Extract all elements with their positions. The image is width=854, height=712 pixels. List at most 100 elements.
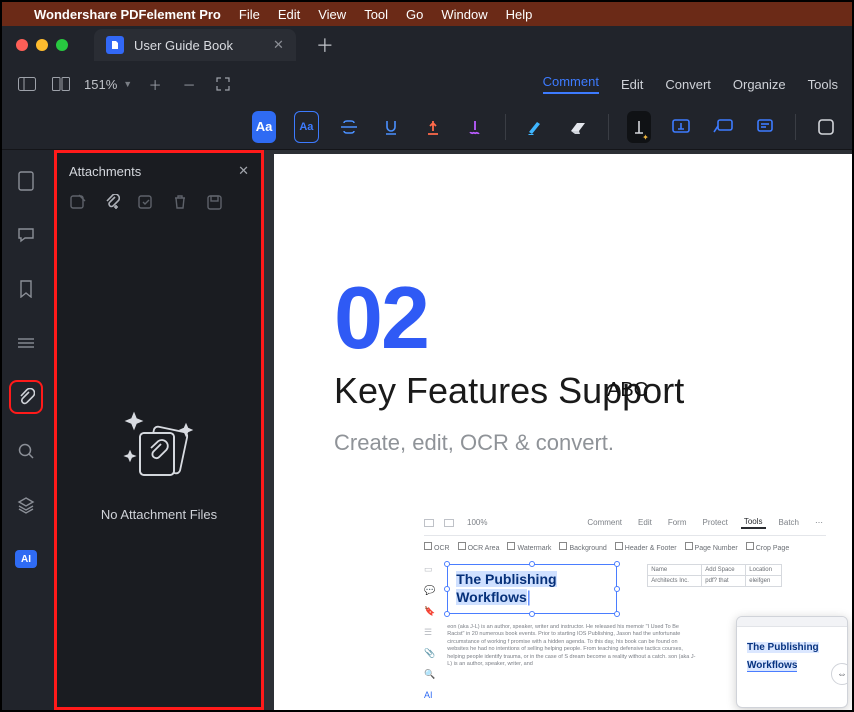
attachments-panel: Attachments ✕ bbox=[54, 150, 264, 710]
emb-tab: Comment bbox=[584, 517, 625, 528]
floating-preview-window: The Publishing Workflows ⇔ bbox=[736, 616, 848, 708]
expand-knob-icon[interactable]: ⇔ bbox=[831, 663, 848, 685]
pdf-page: 02 ABC Key Features Support Create, edit… bbox=[274, 154, 852, 710]
app-window: User Guide Book ✕ ＋ 151% ▼ ＋ － Comment bbox=[2, 26, 852, 710]
top-toolbar: 151% ▼ ＋ － Comment Edit Convert Organize… bbox=[2, 64, 852, 104]
document-tab[interactable]: User Guide Book ✕ bbox=[94, 29, 296, 61]
emb-tab: Protect bbox=[700, 517, 731, 528]
window-controls bbox=[16, 39, 68, 51]
ribbon-divider bbox=[608, 114, 609, 140]
squiggly-button[interactable] bbox=[463, 111, 487, 143]
emb-table: NameAdd SpaceLocation Architects Inc.pdf… bbox=[647, 564, 782, 587]
menu-go[interactable]: Go bbox=[406, 7, 423, 22]
search-icon[interactable] bbox=[11, 436, 41, 466]
panel-empty-state: No Attachment Files bbox=[57, 221, 261, 707]
emb-tab: Edit bbox=[635, 517, 655, 528]
app-name[interactable]: Wondershare PDFelement Pro bbox=[34, 7, 221, 22]
menu-help[interactable]: Help bbox=[506, 7, 533, 22]
eraser-button[interactable] bbox=[566, 111, 590, 143]
new-tab-button[interactable]: ＋ bbox=[316, 32, 334, 58]
main-tab-convert[interactable]: Convert bbox=[665, 77, 711, 92]
emb-paragraph: eon (aka J-L) is an author, speaker, wri… bbox=[447, 624, 697, 669]
shapes-button[interactable] bbox=[814, 111, 838, 143]
callout-button[interactable] bbox=[711, 111, 735, 143]
fit-screen-icon[interactable] bbox=[212, 73, 234, 95]
underline-button[interactable] bbox=[379, 111, 403, 143]
empty-message: No Attachment Files bbox=[101, 507, 217, 522]
add-attachment-icon[interactable] bbox=[103, 193, 121, 211]
main-tab-comment[interactable]: Comment bbox=[543, 74, 599, 94]
emb-subtool: Page Number bbox=[685, 542, 738, 552]
delete-attachment-icon[interactable] bbox=[171, 193, 189, 211]
zoom-out-button[interactable]: － bbox=[178, 73, 200, 95]
panel-title: Attachments bbox=[69, 164, 141, 179]
macos-menubar: Wondershare PDFelement Pro File Edit Vie… bbox=[2, 2, 852, 26]
minimize-window-button[interactable] bbox=[36, 39, 48, 51]
highlighter-button[interactable] bbox=[524, 111, 548, 143]
emb-layout-icon bbox=[424, 519, 434, 527]
text-annotation[interactable]: ABC bbox=[607, 379, 648, 402]
emb-subtool: Crop Page bbox=[746, 542, 789, 552]
emb-selection-box: The Publishing Workflows| bbox=[447, 564, 617, 614]
panel-tools bbox=[57, 189, 261, 221]
emb-layout-icon bbox=[444, 519, 454, 527]
left-rail: AI bbox=[2, 150, 50, 710]
section-number: 02 bbox=[334, 274, 826, 362]
menu-edit[interactable]: Edit bbox=[278, 7, 300, 22]
ribbon-divider bbox=[505, 114, 506, 140]
chevron-down-icon: ▼ bbox=[123, 79, 132, 89]
text-callout-button[interactable]: ✦ bbox=[627, 111, 651, 143]
comment-ribbon: Aa Aa ✦ bbox=[2, 104, 852, 150]
zoom-in-button[interactable]: ＋ bbox=[144, 73, 166, 95]
menu-window[interactable]: Window bbox=[441, 7, 487, 22]
titlebar: User Guide Book ✕ ＋ bbox=[2, 26, 852, 64]
fullscreen-window-button[interactable] bbox=[56, 39, 68, 51]
emb-subtool: Watermark bbox=[507, 542, 551, 552]
page-subheading: Create, edit, OCR & convert. bbox=[334, 430, 826, 456]
tab-title: User Guide Book bbox=[134, 38, 233, 53]
layers-icon[interactable] bbox=[11, 490, 41, 520]
emb-zoom: 100% bbox=[464, 517, 490, 528]
thumbnails-icon[interactable] bbox=[11, 166, 41, 196]
bookmarks-icon[interactable] bbox=[11, 274, 41, 304]
emb-subtool: Header & Footer bbox=[615, 542, 677, 552]
strikethrough-button[interactable] bbox=[337, 111, 361, 143]
emb-subtool: Background bbox=[559, 542, 606, 552]
main-tab-organize[interactable]: Organize bbox=[733, 77, 786, 92]
ribbon-divider bbox=[795, 114, 796, 140]
sticky-note-button[interactable] bbox=[753, 111, 777, 143]
caret-insert-button[interactable] bbox=[421, 111, 445, 143]
panel-close-icon[interactable]: ✕ bbox=[238, 163, 249, 179]
emb-left-rail: ▭💬🔖☰📎🔍AI bbox=[424, 564, 435, 700]
text-box-button[interactable] bbox=[669, 111, 693, 143]
sidebar-toggle-icon[interactable] bbox=[16, 73, 38, 95]
fields-icon[interactable] bbox=[11, 328, 41, 358]
document-view[interactable]: 02 ABC Key Features Support Create, edit… bbox=[264, 150, 852, 710]
emb-tab-active: Tools bbox=[741, 516, 766, 529]
close-window-button[interactable] bbox=[16, 39, 28, 51]
menu-view[interactable]: View bbox=[318, 7, 346, 22]
menu-tool[interactable]: Tool bbox=[364, 7, 388, 22]
emb-subtool: OCR Area bbox=[458, 542, 500, 552]
emb-tab: Form bbox=[665, 517, 690, 528]
attachment-empty-icon bbox=[114, 407, 204, 487]
text-annotation-button[interactable]: Aa bbox=[252, 111, 276, 143]
edit-attachment-icon[interactable] bbox=[69, 193, 87, 211]
area-highlight-button[interactable]: Aa bbox=[294, 111, 319, 143]
pdf-doc-icon bbox=[106, 36, 124, 54]
main-tab-tools[interactable]: Tools bbox=[808, 77, 838, 92]
menu-file[interactable]: File bbox=[239, 7, 260, 22]
content-area: AI Attachments ✕ bbox=[2, 150, 852, 710]
emb-tab: Batch bbox=[776, 517, 802, 528]
ai-panel-button[interactable]: AI bbox=[11, 544, 41, 574]
page-layout-icon[interactable] bbox=[50, 73, 72, 95]
tab-close-icon[interactable]: ✕ bbox=[273, 37, 284, 53]
rename-attachment-icon[interactable] bbox=[137, 193, 155, 211]
main-tab-edit[interactable]: Edit bbox=[621, 77, 643, 92]
page-heading: Key Features Support bbox=[334, 370, 826, 412]
attachments-icon[interactable] bbox=[11, 382, 41, 412]
save-attachment-icon[interactable] bbox=[205, 193, 223, 211]
comments-panel-icon[interactable] bbox=[11, 220, 41, 250]
zoom-display[interactable]: 151% ▼ bbox=[84, 77, 132, 92]
emb-more: ⋯ bbox=[812, 517, 826, 528]
